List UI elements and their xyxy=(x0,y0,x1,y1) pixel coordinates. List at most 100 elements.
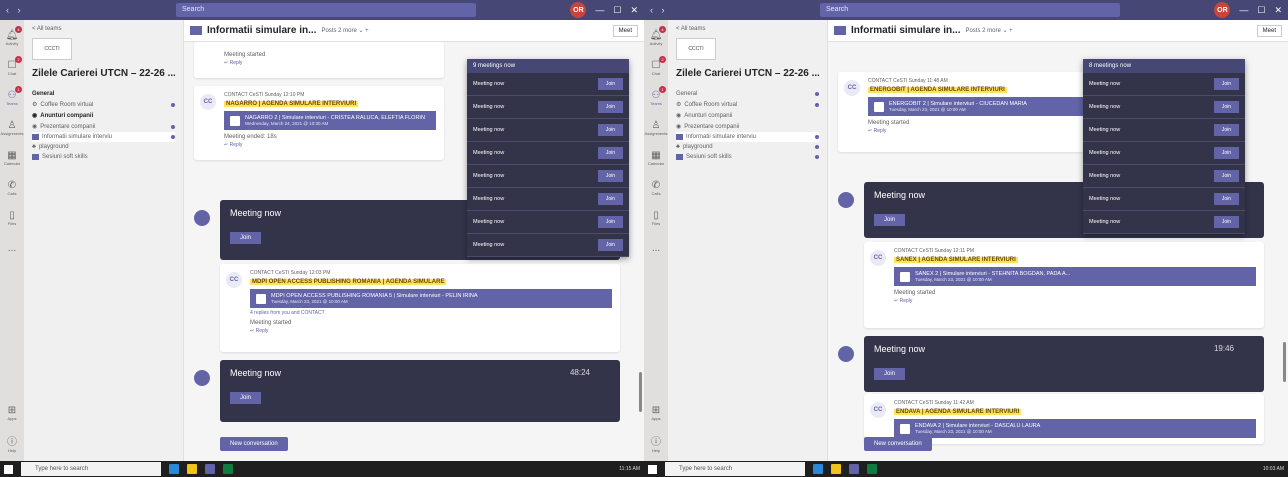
taskbar-search[interactable]: Type here to search xyxy=(665,462,805,476)
taskbar-search[interactable]: Type here to search xyxy=(21,462,161,476)
teams-icon[interactable] xyxy=(849,464,859,474)
edge-icon[interactable] xyxy=(169,464,179,474)
reply-link[interactable]: ↵ Reply xyxy=(250,328,612,334)
join-button[interactable]: Join xyxy=(230,392,262,404)
teams-icon[interactable] xyxy=(205,464,215,474)
rail-files[interactable]: ▯ Files xyxy=(2,206,22,230)
meet-button[interactable]: Meet xyxy=(1256,24,1282,37)
tab-posts[interactable]: Posts 2 more ⌄ + xyxy=(321,27,368,34)
join-button[interactable]: Join xyxy=(1213,193,1239,205)
rail-assignments[interactable]: ♙ Assignments xyxy=(645,116,668,140)
close-icon[interactable]: ✕ xyxy=(1274,5,1282,16)
channel-general[interactable]: General xyxy=(676,89,819,99)
join-button[interactable]: Join xyxy=(597,124,623,136)
channel-coffee-room[interactable]: ⚙ Coffee Room virtual xyxy=(32,99,175,110)
rail-files[interactable]: ▯ Files xyxy=(646,206,666,230)
channel-anunturi[interactable]: ◉ Anunturi companii xyxy=(676,110,819,121)
channel-coffee-room[interactable]: ⚙ Coffee Room virtual xyxy=(676,99,819,110)
all-teams-link[interactable]: < All teams xyxy=(32,26,175,32)
channel-soft-skills[interactable]: Sesiuni soft skills xyxy=(676,152,819,162)
join-button[interactable]: Join xyxy=(1213,124,1239,136)
reply-link[interactable]: ↵ Reply xyxy=(224,60,436,66)
channel-informatii[interactable]: Informatii simulare interviu xyxy=(676,132,819,142)
panel-header[interactable]: 9 meetings now xyxy=(467,59,629,73)
maximize-icon[interactable]: ☐ xyxy=(1257,5,1265,16)
minimize-icon[interactable]: — xyxy=(595,5,604,15)
join-button[interactable]: Join xyxy=(1213,147,1239,159)
channel-prezentare[interactable]: ◉ Prezentare companii xyxy=(676,121,819,132)
minimize-icon[interactable]: — xyxy=(1239,5,1248,15)
nav-arrows[interactable]: ‹ › xyxy=(650,5,820,15)
reply-link[interactable]: ↵ Reply xyxy=(868,128,1110,134)
join-button[interactable]: Join xyxy=(597,147,623,159)
excel-icon[interactable] xyxy=(867,464,877,474)
reply-link[interactable]: ↵ Reply xyxy=(894,298,1256,304)
join-button[interactable]: Join xyxy=(1213,101,1239,113)
rail-more[interactable]: ... xyxy=(646,236,666,260)
team-name[interactable]: Zilele Carierei UTCN – 22-26 ... xyxy=(32,68,175,79)
nav-arrows[interactable]: ‹ › xyxy=(6,5,176,15)
rail-chat[interactable]: ☐ Chat 2 xyxy=(2,56,22,80)
join-button[interactable]: Join xyxy=(874,368,906,380)
rail-calls[interactable]: ✆ Calls xyxy=(2,176,22,200)
rail-more[interactable]: ... xyxy=(2,236,22,260)
meeting-card[interactable]: ENERGOBIT 2 | Simulare interviuri - CIUC… xyxy=(868,97,1110,116)
join-button[interactable]: Join xyxy=(1213,170,1239,182)
excel-icon[interactable] xyxy=(223,464,233,474)
rail-help[interactable]: ⓘ Help xyxy=(2,431,22,455)
close-icon[interactable]: ✕ xyxy=(630,5,638,16)
reply-link[interactable]: ↵ Reply xyxy=(224,142,436,148)
avatar[interactable]: OR xyxy=(1214,2,1231,18)
join-button[interactable]: Join xyxy=(1213,216,1239,228)
windows-start-icon[interactable] xyxy=(648,464,657,474)
meeting-card[interactable]: MDPI OPEN ACCESS PUBLISHING ROMANIA 5 | … xyxy=(250,289,612,308)
rail-calendar[interactable]: ▦ Calendar xyxy=(2,146,22,170)
search-input[interactable]: Search xyxy=(176,3,476,17)
new-conversation-button[interactable]: New conversation xyxy=(864,437,932,451)
rail-activity[interactable]: 🔔︎ Activity 4 xyxy=(646,26,666,50)
clock[interactable]: 11:15 AM xyxy=(619,466,640,472)
folder-icon[interactable] xyxy=(187,464,197,474)
folder-icon[interactable] xyxy=(831,464,841,474)
join-button[interactable]: Join xyxy=(597,170,623,182)
edge-icon[interactable] xyxy=(813,464,823,474)
all-teams-link[interactable]: < All teams xyxy=(676,26,819,32)
panel-header[interactable]: 8 meetings now xyxy=(1083,59,1245,73)
meet-button[interactable]: Meet xyxy=(612,24,638,37)
rail-apps[interactable]: ⊞ Apps xyxy=(646,401,666,425)
join-button[interactable]: Join xyxy=(597,216,623,228)
channel-soft-skills[interactable]: Sesiuni soft skills xyxy=(32,152,175,162)
windows-start-icon[interactable] xyxy=(4,464,13,474)
clock[interactable]: 10:03 AM xyxy=(1263,466,1284,472)
meeting-card[interactable]: ENDAVA 2 | Simulare interviuri - DASCALU… xyxy=(894,419,1256,438)
rail-help[interactable]: ⓘ Help xyxy=(646,431,666,455)
rail-chat[interactable]: ☐ Chat 2 xyxy=(646,56,666,80)
replies-count[interactable]: 4 replies from you and CONTACT xyxy=(250,310,612,316)
join-button[interactable]: Join xyxy=(597,193,623,205)
rail-activity[interactable]: 🔔︎ Activity 4 xyxy=(2,26,22,50)
rail-teams[interactable]: ⚇ Teams 1 xyxy=(646,86,666,110)
join-button[interactable]: Join xyxy=(597,101,623,113)
avatar[interactable]: OR xyxy=(570,2,587,18)
rail-calendar[interactable]: ▦ Calendar xyxy=(646,146,666,170)
channel-general[interactable]: General xyxy=(32,89,175,99)
join-button[interactable]: Join xyxy=(230,232,262,244)
tab-posts[interactable]: Posts 2 more ⌄ + xyxy=(965,27,1012,34)
channel-anunturi[interactable]: ◉ Anunturi companii xyxy=(32,110,175,121)
channel-playground[interactable]: ♣ playground xyxy=(32,142,175,152)
search-input[interactable]: Search xyxy=(820,3,1120,17)
join-button[interactable]: Join xyxy=(874,214,906,226)
team-name[interactable]: Zilele Carierei UTCN – 22-26 ... xyxy=(676,68,819,79)
meeting-card[interactable]: NAGARRO 2 | Simulare interviuri - CRISTE… xyxy=(224,111,436,130)
maximize-icon[interactable]: ☐ xyxy=(613,5,621,16)
channel-prezentare[interactable]: ◉ Prezentare companii xyxy=(32,121,175,132)
rail-assignments[interactable]: ♙ Assignments xyxy=(1,116,24,140)
channel-playground[interactable]: ♣ playground xyxy=(676,142,819,152)
rail-calls[interactable]: ✆ Calls xyxy=(646,176,666,200)
join-button[interactable]: Join xyxy=(1213,78,1239,90)
scrollbar[interactable] xyxy=(639,372,642,412)
rail-teams[interactable]: ⚇ Teams 1 xyxy=(2,86,22,110)
rail-apps[interactable]: ⊞ Apps xyxy=(2,401,22,425)
join-button[interactable]: Join xyxy=(597,239,623,251)
scrollbar[interactable] xyxy=(1283,342,1286,382)
